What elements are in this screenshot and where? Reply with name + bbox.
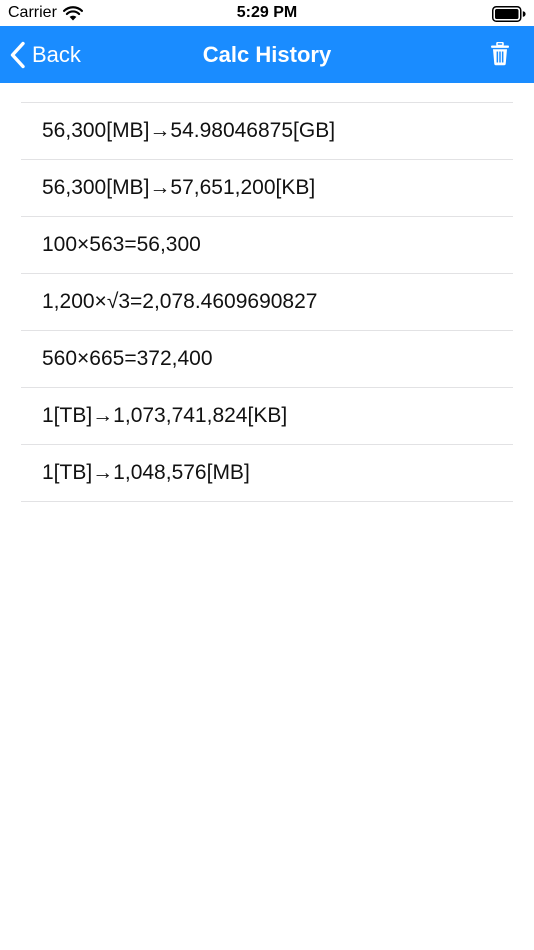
history-item[interactable]: 1,200×√3=2,078.4609690827 [21, 274, 513, 331]
delete-history-button[interactable] [490, 42, 512, 68]
history-item[interactable]: 56,300[MB]→54.98046875[GB] [21, 103, 513, 160]
history-item[interactable]: 56,300[MB]→57,651,200[KB] [21, 160, 513, 217]
history-list: 56,300[MB]→54.98046875[GB] 56,300[MB]→57… [21, 102, 513, 502]
history-item[interactable]: 1[TB]→1,048,576[MB] [21, 445, 513, 502]
history-item[interactable]: 100×563=56,300 [21, 217, 513, 274]
screen: Carrier 5:29 PM Back Calc History 56,300… [0, 0, 534, 950]
history-item[interactable]: 1[TB]→1,073,741,824[KB] [21, 388, 513, 445]
history-item[interactable]: 560×665=372,400 [21, 331, 513, 388]
page-title: Calc History [202, 42, 332, 67]
navigation-bar: Back Calc History [0, 26, 534, 83]
battery-icon [492, 6, 526, 22]
status-time: 5:29 PM [236, 4, 298, 21]
trash-icon [491, 42, 509, 66]
status-bar: Carrier 5:29 PM [0, 0, 534, 26]
